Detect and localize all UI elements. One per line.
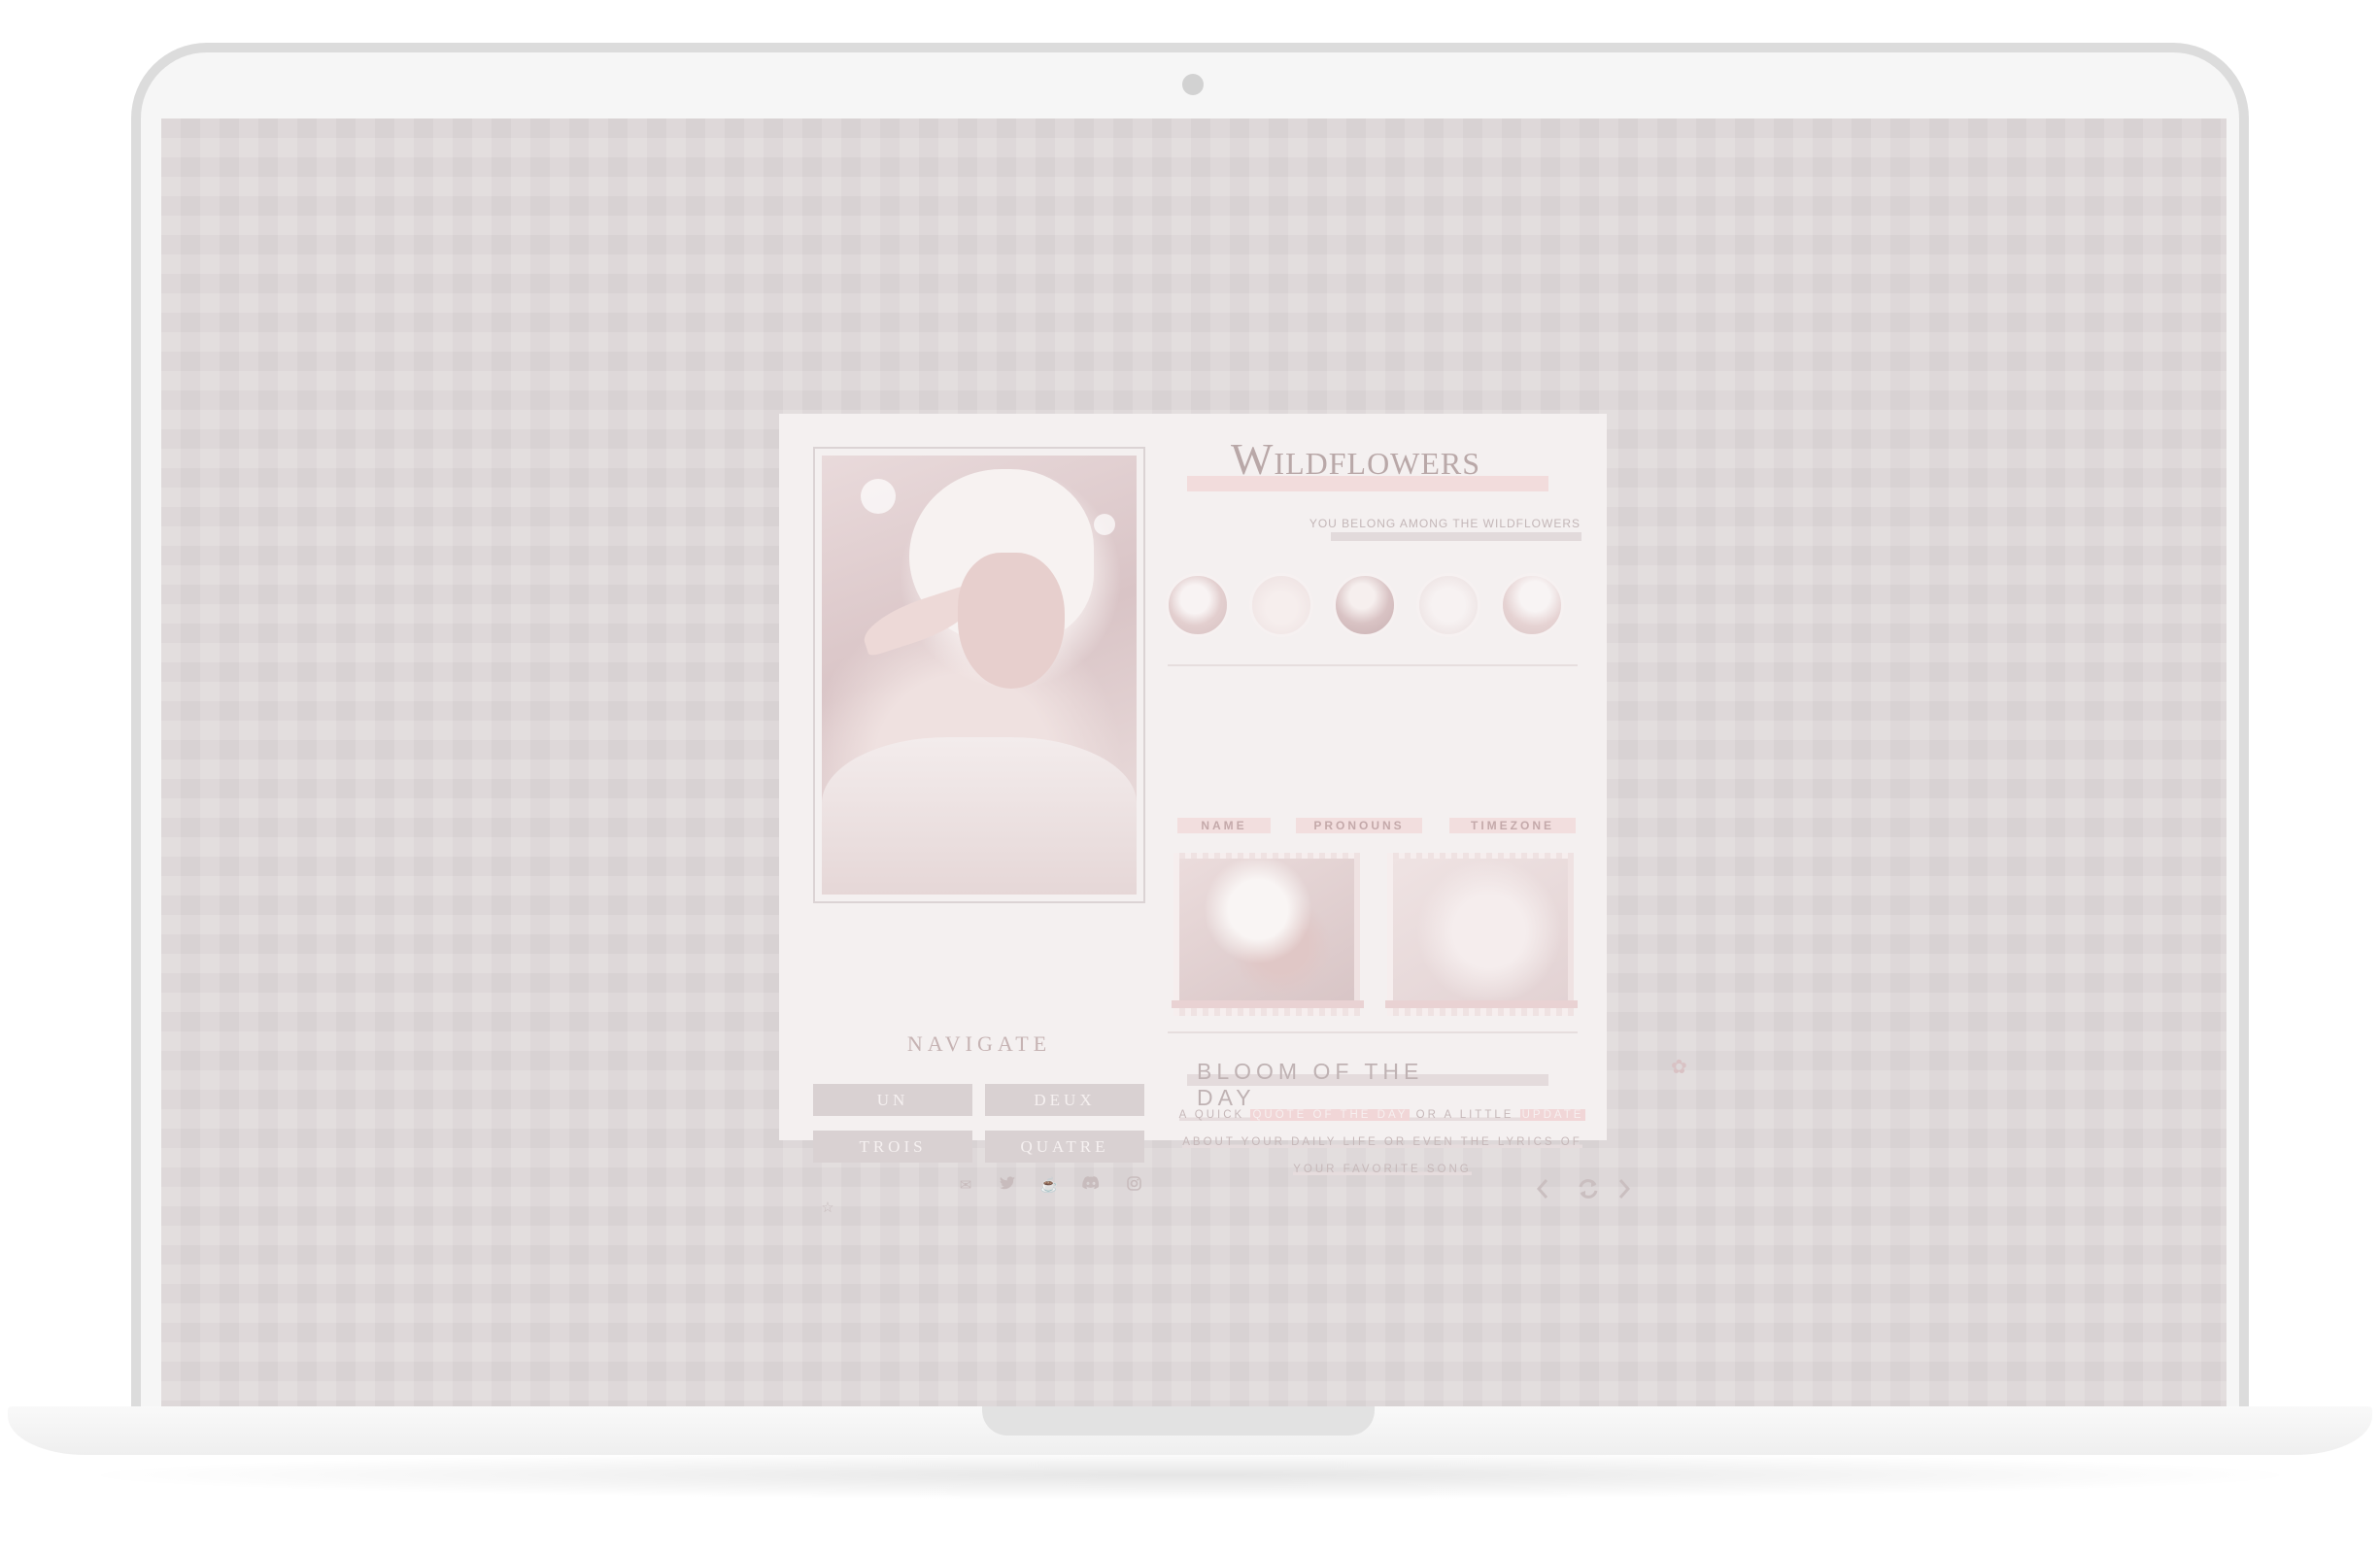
portrait-image [822,456,1137,895]
bloom-text-highlight: UPDATE [1519,1109,1586,1121]
tab-pronouns[interactable]: PRONOUNS [1296,818,1422,833]
flower-icon: ✿ [1671,1057,1687,1078]
gallery-image-1 [1179,859,1354,1004]
bloom-text-part: YOUR FAVORITE SONG [1293,1164,1472,1175]
gallery-image-2 [1393,859,1568,1004]
tab-name[interactable]: NAME [1177,818,1271,833]
kofi-icon[interactable]: ☕ [1039,1176,1059,1194]
gallery-base-1 [1172,1000,1364,1008]
star-icon: ☆ [821,1199,834,1216]
bokeh [861,479,896,514]
gallery-base-2 [1385,1000,1578,1008]
icon-circle-3[interactable] [1333,573,1397,637]
bloom-text-part: ABOUT YOUR DAILY LIFE OR EVEN THE LYRICS… [1182,1136,1582,1148]
screen: NAVIGATE UN DEUX TROIS QUATRE ☆ ✉ ☕ Wild… [161,118,2227,1408]
theme-card: NAVIGATE UN DEUX TROIS QUATRE ☆ ✉ ☕ Wild… [779,414,1687,1216]
bloom-text: A QUICK QUOTE OF THE DAY OR A LITTLE UPD… [1177,1101,1587,1183]
chevron-right-icon[interactable] [1616,1175,1632,1208]
gallery-image-1-frame [1173,853,1360,1016]
icon-circle-2[interactable] [1249,573,1313,637]
subtitle-highlight [1331,532,1581,541]
divider [1168,1031,1578,1033]
refresh-icon[interactable] [1576,1175,1601,1208]
coat [822,737,1137,895]
gallery-image-2-frame [1387,853,1574,1016]
twitter-icon[interactable] [998,1176,1017,1194]
chevron-left-icon[interactable] [1535,1175,1550,1208]
discord-icon[interactable] [1081,1176,1101,1194]
nav-button-deux[interactable]: DEUX [985,1084,1144,1116]
bloom-text-highlight: QUOTE OF THE DAY [1250,1109,1411,1121]
laptop-notch [982,1406,1375,1436]
divider [1168,664,1578,666]
instagram-icon[interactable] [1124,1176,1143,1195]
navigate-title: NAVIGATE [886,1031,1072,1059]
camera [1182,74,1204,95]
bokeh [1094,514,1115,535]
bloom-text-part: A QUICK [1178,1109,1251,1121]
nav-button-trois[interactable]: TROIS [813,1131,972,1163]
mail-icon[interactable]: ✉ [956,1176,975,1194]
nav-button-quatre[interactable]: QUATRE [985,1131,1144,1163]
face [958,553,1065,689]
site-subtitle: you belong among the wildflowers [1309,517,1581,530]
icon-circle-1[interactable] [1166,573,1230,637]
bloom-text-part: OR A LITTLE [1410,1109,1520,1121]
portrait-frame [813,447,1145,903]
tab-timezone[interactable]: TIMEZONE [1449,818,1576,833]
laptop-shadow [68,1451,2312,1500]
icon-circle-5[interactable] [1500,573,1564,637]
site-title: Wildflowers [1231,434,1481,484]
icon-circle-4[interactable] [1416,573,1480,637]
nav-button-un[interactable]: UN [813,1084,972,1116]
